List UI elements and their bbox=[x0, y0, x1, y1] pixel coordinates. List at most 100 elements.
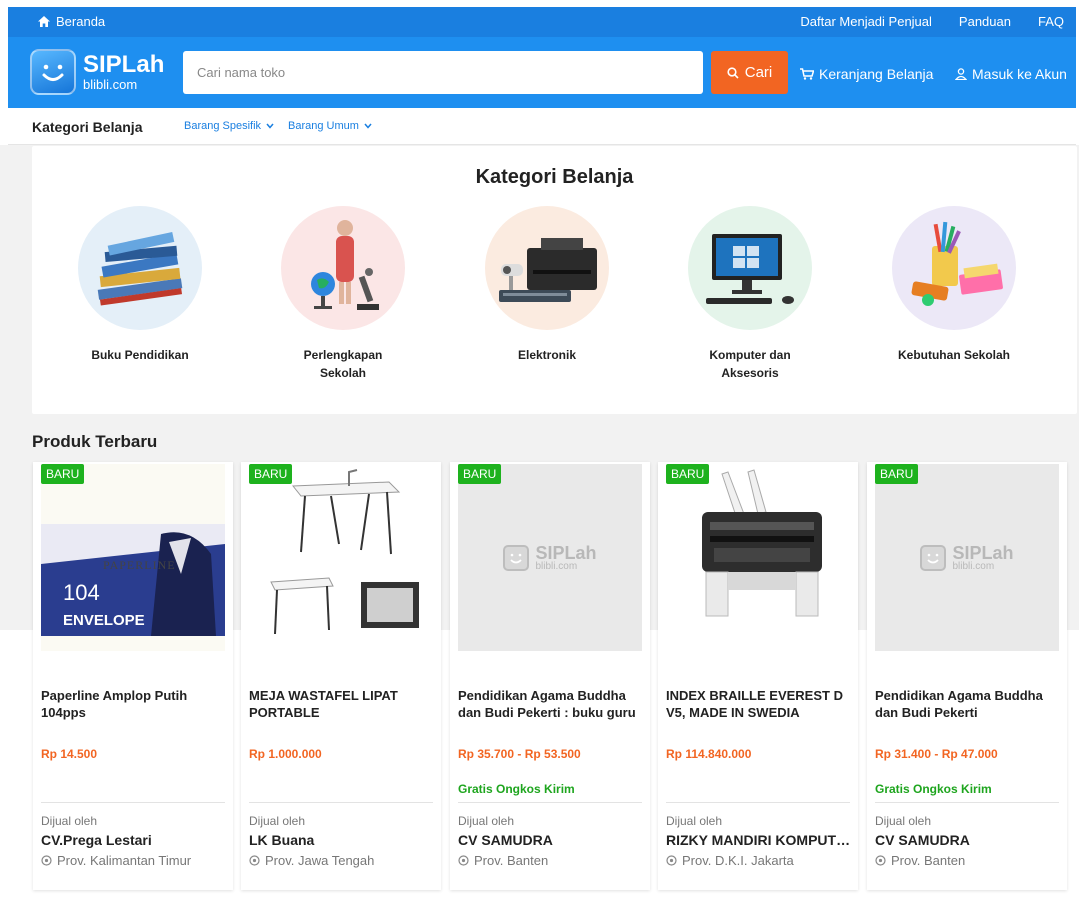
category-bar: Kategori Belanja Barang Spesifik Barang … bbox=[8, 108, 1076, 145]
location-pin-icon bbox=[249, 854, 260, 866]
general-items-dropdown[interactable]: Barang Umum bbox=[288, 120, 372, 132]
divider bbox=[666, 802, 850, 803]
product-image-placeholder: SIPLah blibli.com bbox=[875, 464, 1059, 651]
anatomy-model-icon bbox=[281, 206, 405, 330]
product-name[interactable]: INDEX BRAILLE EVEREST D V5, MADE IN SWED… bbox=[666, 687, 852, 721]
login-label: Masuk ke Akun bbox=[972, 66, 1067, 82]
product-card[interactable]: BARU INDEX BRAILLE EVEREST D V5, MADE IN… bbox=[658, 462, 858, 890]
location-pin-icon bbox=[458, 854, 469, 866]
free-shipping-label: Gratis Ongkos Kirim bbox=[458, 782, 575, 796]
product-image-label: ENVELOPE bbox=[63, 612, 145, 629]
home-icon bbox=[38, 16, 50, 27]
category-item-electronics[interactable]: Elektronik bbox=[452, 206, 642, 364]
search-input[interactable] bbox=[183, 51, 703, 94]
product-card[interactable]: BARU MEJA WASTAFEL LIPAT PORTABLE Rp 1.0… bbox=[241, 462, 441, 890]
category-item-school-needs[interactable]: Kebutuhan Sekolah bbox=[859, 206, 1049, 364]
new-badge: BARU bbox=[41, 464, 85, 484]
guide-link[interactable]: Panduan bbox=[959, 14, 1011, 29]
cart-icon bbox=[800, 68, 814, 80]
cart-link[interactable]: Keranjang Belanja bbox=[800, 66, 933, 82]
seller-location: Prov. Banten bbox=[458, 853, 548, 868]
category-section: Kategori Belanja Buku Pendidikan Perleng… bbox=[32, 146, 1077, 414]
logo-text: SIPLah bbox=[83, 51, 165, 78]
seller-location: Prov. D.K.I. Jakarta bbox=[666, 853, 794, 868]
faq-link[interactable]: FAQ bbox=[1038, 14, 1064, 29]
category-label: Perlengkapan Sekolah bbox=[303, 348, 383, 380]
placeholder-text: SIPLah bbox=[952, 542, 1014, 563]
search-icon bbox=[727, 66, 739, 79]
category-label: Komputer dan Aksesoris bbox=[709, 348, 791, 380]
logo-subtext: blibli.com bbox=[83, 77, 138, 92]
sold-by-label: Dijual oleh bbox=[41, 814, 98, 828]
seller-name[interactable]: RIZKY MANDIRI KOMPUTINDO bbox=[666, 832, 852, 848]
category-bar-title: Kategori Belanja bbox=[32, 119, 143, 135]
location-text: Prov. Kalimantan Timur bbox=[57, 853, 192, 868]
dropdown-label: Barang Umum bbox=[288, 120, 359, 132]
product-price: Rp 114.840.000 bbox=[666, 747, 752, 761]
books-icon bbox=[78, 206, 202, 330]
home-link[interactable]: Beranda bbox=[38, 14, 105, 29]
product-name[interactable]: Pendidikan Agama Buddha dan Budi Pekerti bbox=[875, 687, 1061, 721]
computer-icon bbox=[688, 206, 812, 330]
category-item-computers[interactable]: Komputer dan Aksesoris bbox=[655, 206, 845, 382]
search-button[interactable]: Cari bbox=[711, 51, 788, 94]
chevron-down-icon bbox=[364, 123, 372, 129]
new-badge: BARU bbox=[249, 464, 293, 484]
chevron-down-icon bbox=[266, 123, 274, 129]
latest-products-title: Produk Terbaru bbox=[32, 432, 158, 451]
category-item-school-supplies[interactable]: Perlengkapan Sekolah bbox=[248, 206, 438, 382]
divider bbox=[458, 802, 642, 803]
header: SIPLah blibli.com Cari Keranjang Belanja… bbox=[8, 37, 1076, 108]
login-link[interactable]: Masuk ke Akun bbox=[955, 66, 1067, 82]
user-icon bbox=[955, 68, 967, 80]
cart-label: Keranjang Belanja bbox=[819, 66, 934, 82]
dropdown-label: Barang Spesifik bbox=[184, 120, 262, 132]
placeholder-subtext: blibli.com bbox=[952, 560, 995, 572]
placeholder-logo-icon bbox=[920, 544, 947, 571]
placeholder-logo-icon bbox=[503, 544, 530, 571]
become-seller-link[interactable]: Daftar Menjadi Penjual bbox=[800, 14, 932, 29]
search-button-label: Cari bbox=[744, 64, 773, 81]
placeholder-text: SIPLah bbox=[535, 542, 597, 563]
product-image bbox=[666, 464, 850, 651]
divider bbox=[41, 802, 225, 803]
product-card[interactable]: SIPLah blibli.com BARU Pendidikan Agama … bbox=[450, 462, 650, 890]
location-pin-icon bbox=[41, 854, 52, 866]
seller-name[interactable]: CV SAMUDRA bbox=[458, 832, 644, 848]
logo-mark bbox=[30, 49, 76, 95]
new-badge: BARU bbox=[666, 464, 710, 484]
category-label: Kebutuhan Sekolah bbox=[897, 348, 1010, 362]
product-name[interactable]: MEJA WASTAFEL LIPAT PORTABLE bbox=[249, 687, 435, 721]
location-text: Prov. Banten bbox=[474, 853, 549, 868]
category-label: Elektronik bbox=[517, 348, 577, 362]
siplah-logo[interactable]: SIPLah blibli.com bbox=[30, 49, 164, 95]
product-image-count: 104 bbox=[63, 580, 100, 605]
placeholder-subtext: blibli.com bbox=[535, 560, 578, 572]
product-name[interactable]: Paperline Amplop Putih 104pps bbox=[41, 687, 227, 721]
seller-name[interactable]: LK Buana bbox=[249, 832, 435, 848]
stationery-icon bbox=[892, 206, 1016, 330]
seller-location: Prov. Jawa Tengah bbox=[249, 853, 374, 868]
seller-location: Prov. Banten bbox=[875, 853, 965, 868]
sold-by-label: Dijual oleh bbox=[875, 814, 932, 828]
seller-name[interactable]: CV.Prega Lestari bbox=[41, 832, 227, 848]
divider bbox=[875, 802, 1059, 803]
product-image-brand: PAPERLINE bbox=[103, 558, 176, 572]
category-heading: Kategori Belanja bbox=[475, 166, 634, 188]
product-image-placeholder: SIPLah blibli.com bbox=[458, 464, 642, 651]
product-price: Rp 1.000.000 bbox=[249, 747, 322, 761]
category-item-books[interactable]: Buku Pendidikan bbox=[45, 206, 235, 364]
free-shipping-label: Gratis Ongkos Kirim bbox=[875, 782, 992, 796]
top-bar: Beranda Daftar Menjadi Penjual Panduan F… bbox=[8, 7, 1076, 37]
specific-items-dropdown[interactable]: Barang Spesifik bbox=[184, 120, 274, 132]
home-label: Beranda bbox=[56, 14, 106, 29]
seller-name[interactable]: CV SAMUDRA bbox=[875, 832, 1061, 848]
product-card[interactable]: PAPERLINE 104 ENVELOPE BARU Paperline Am… bbox=[33, 462, 233, 890]
product-price: Rp 35.700 - Rp 53.500 bbox=[458, 747, 581, 761]
location-text: Prov. Jawa Tengah bbox=[265, 853, 375, 868]
product-name[interactable]: Pendidikan Agama Buddha dan Budi Pekerti… bbox=[458, 687, 644, 721]
product-card[interactable]: SIPLah blibli.com BARU Pendidikan Agama … bbox=[867, 462, 1067, 890]
product-image: PAPERLINE 104 ENVELOPE bbox=[41, 464, 225, 651]
seller-location: Prov. Kalimantan Timur bbox=[41, 853, 191, 868]
location-text: Prov. Banten bbox=[891, 853, 966, 868]
